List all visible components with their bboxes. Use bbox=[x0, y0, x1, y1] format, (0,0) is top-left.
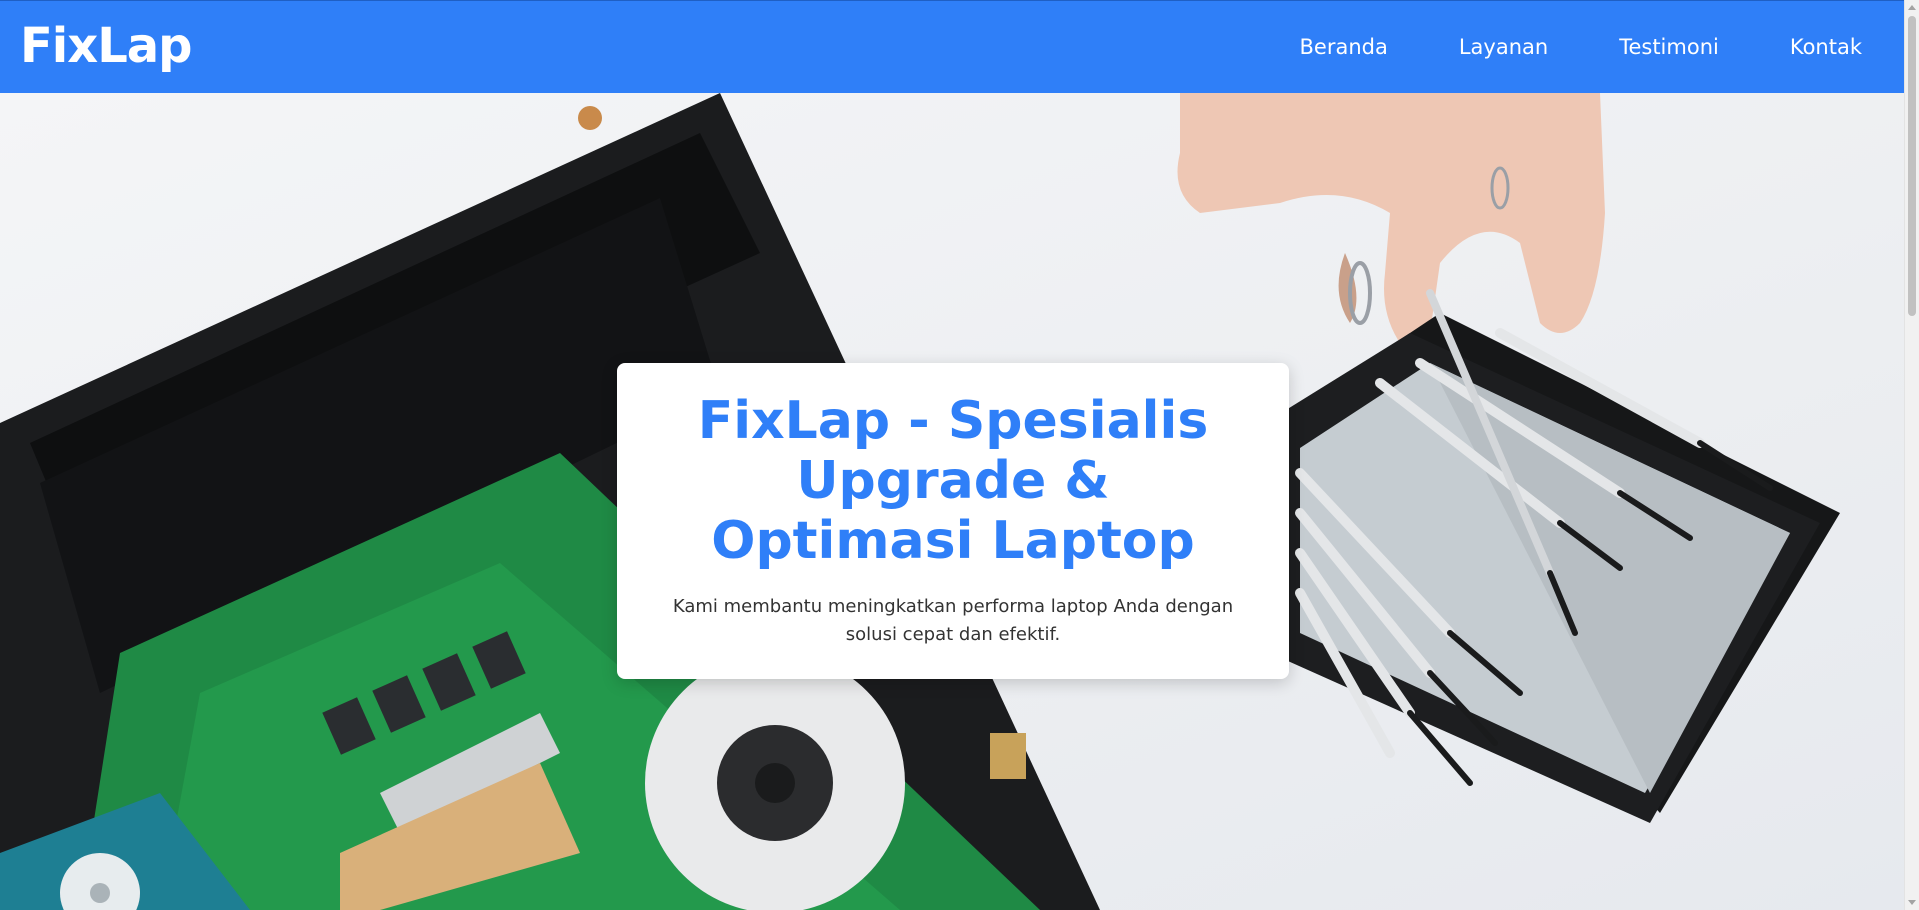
scroll-down-arrow-icon[interactable] bbox=[1908, 900, 1916, 905]
hero-section: FixLap - Spesialis Upgrade & Optimasi La… bbox=[0, 93, 1904, 910]
screwdriver-set-illustration bbox=[1265, 289, 1840, 823]
hero-card: FixLap - Spesialis Upgrade & Optimasi La… bbox=[617, 363, 1289, 679]
scroll-up-arrow-icon[interactable] bbox=[1908, 5, 1916, 10]
nav-link-beranda[interactable]: Beranda bbox=[1300, 34, 1388, 60]
page: FixLap Beranda Layanan Testimoni Kontak bbox=[0, 0, 1919, 910]
vertical-scrollbar[interactable] bbox=[1904, 0, 1919, 910]
navbar: FixLap Beranda Layanan Testimoni Kontak bbox=[0, 0, 1904, 93]
hero-subtitle: Kami membantu meningkatkan performa lapt… bbox=[672, 596, 1234, 645]
brand-logo[interactable]: FixLap bbox=[20, 18, 193, 74]
nav-menu: Beranda Layanan Testimoni Kontak bbox=[1300, 34, 1863, 60]
nav-link-layanan[interactable]: Layanan bbox=[1459, 34, 1548, 60]
nav-link-kontak[interactable]: Kontak bbox=[1790, 34, 1862, 60]
hero-title: FixLap - Spesialis Upgrade & Optimasi La… bbox=[697, 391, 1209, 571]
scrollbar-thumb[interactable] bbox=[1908, 16, 1916, 316]
hand-illustration bbox=[1177, 93, 1605, 347]
nav-link-testimoni[interactable]: Testimoni bbox=[1619, 34, 1719, 60]
